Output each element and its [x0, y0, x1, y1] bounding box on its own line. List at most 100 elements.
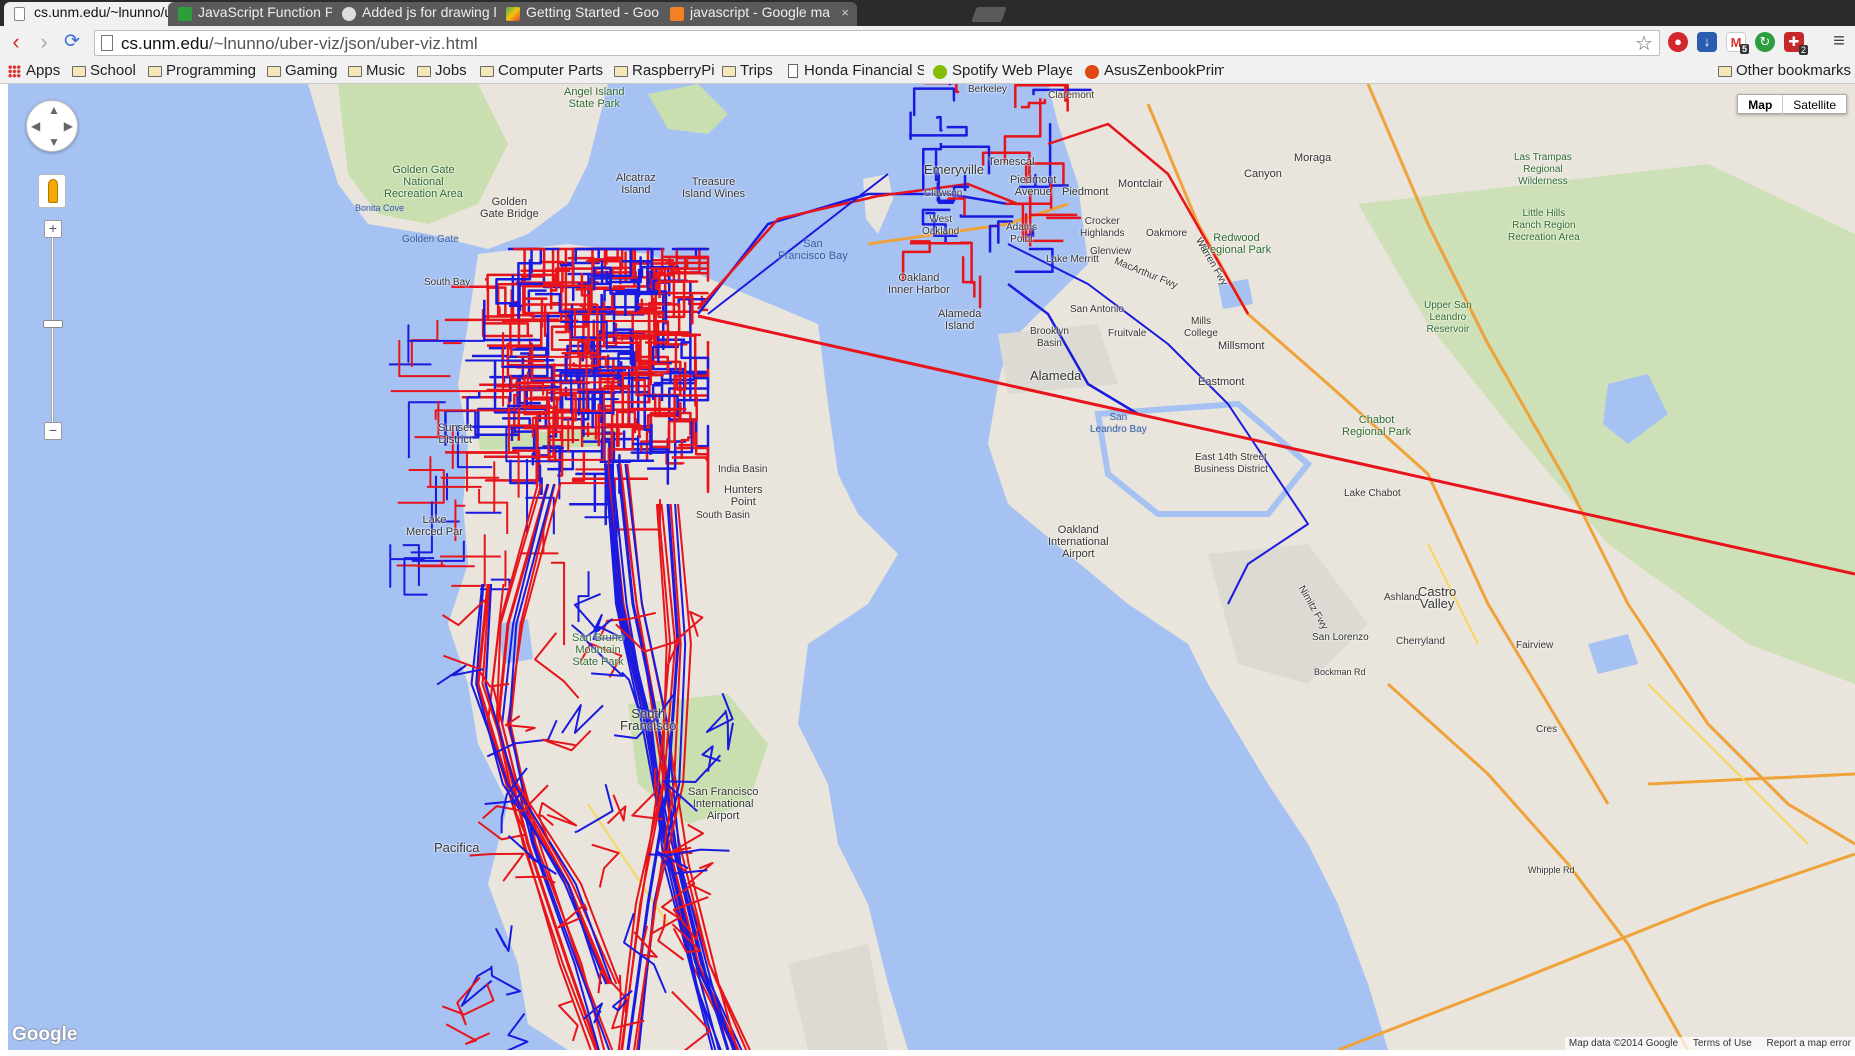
map-label-south-sf: South Francisco	[620, 706, 677, 733]
map-label-golden-gate-bridge: Golden Gate Bridge	[480, 196, 539, 220]
map-label-brooklyn-basin: Brooklyn Basin	[1030, 326, 1069, 349]
trip-path	[495, 925, 513, 953]
url-text: cs.unm.edu/~lnunno/uber-viz/json/uber-vi…	[121, 34, 478, 54]
folder-icon	[348, 66, 362, 77]
url-path: /~lnunno/uber-viz/json/uber-viz.html	[208, 34, 478, 53]
pan-control[interactable]: ▲ ▼ ◀ ▶	[26, 100, 78, 152]
map-label-lake-merced: Lake Merced Par	[406, 514, 463, 538]
trip-path	[695, 418, 710, 457]
trip-path	[671, 247, 710, 256]
forward-button[interactable]: ›	[32, 30, 56, 56]
bookmark-trips[interactable]: Trips	[720, 62, 773, 82]
back-button[interactable]: ‹	[4, 30, 28, 56]
map-label-san-lorenzo: San Lorenzo	[1312, 632, 1369, 643]
map-data-credit: Map data ©2014 Google	[1568, 1038, 1679, 1049]
url-host: cs.unm.edu	[121, 34, 209, 53]
trip-path	[694, 432, 710, 493]
page-favicon-icon	[14, 7, 25, 21]
trip-path	[671, 456, 708, 461]
map-label-moraga: Moraga	[1294, 152, 1332, 164]
map-label-sunset-district: Sunset District	[438, 422, 473, 446]
tab-title: Getting Started - Goo	[526, 4, 660, 20]
trip-path	[584, 506, 614, 539]
map-label-golden-gate-nra: Golden Gate National Recreation Area	[384, 164, 463, 200]
map-label-ashland: Ashland	[1384, 592, 1421, 603]
bookmark-school[interactable]: School	[70, 62, 136, 82]
google-map[interactable]: Angel Island State Park Golden Gate Nation…	[8, 84, 1855, 1050]
map-label-las-trampas: Las Trampas Regional Wilderness	[1514, 152, 1572, 187]
sync-extension-icon[interactable]: ↻	[1755, 32, 1775, 52]
trip-path	[912, 87, 956, 116]
bookmark-music[interactable]: Music	[346, 62, 405, 82]
map-label-temescal: Temescal	[988, 156, 1035, 168]
pan-left-icon[interactable]: ◀	[31, 119, 40, 133]
new-tab-button[interactable]	[971, 7, 1007, 22]
trip-path	[958, 241, 973, 284]
gmail-checker-icon[interactable]: M5	[1726, 32, 1749, 54]
trip-bay-bridge	[697, 182, 1019, 310]
bookmark-jobs[interactable]: Jobs	[415, 62, 467, 82]
bookmark-honda-financial[interactable]: Honda Financial Se	[784, 62, 924, 82]
adblock-extension-icon[interactable]: ●	[1668, 32, 1688, 52]
bookmark-programming[interactable]: Programming	[146, 62, 256, 82]
tab-stackoverflow-question[interactable]: javascript - Google ma ×	[660, 2, 857, 26]
bookmark-spotify[interactable]: Spotify Web Player	[932, 62, 1072, 82]
zoom-in-button[interactable]: +	[44, 220, 62, 238]
bookmark-computer-parts[interactable]: Computer Parts	[478, 62, 603, 82]
map-label-alameda-island: Alameda Island	[938, 308, 982, 332]
zoom-out-button[interactable]: −	[44, 422, 62, 440]
terms-of-use-link[interactable]: Terms of Use	[1693, 1038, 1752, 1049]
map-label-chabot-park: Chabot Regional Park	[1342, 414, 1412, 438]
download-extension-icon[interactable]: ↓	[1697, 32, 1717, 52]
page-icon	[788, 64, 798, 78]
trip-path	[410, 320, 439, 367]
trip-path	[573, 593, 614, 632]
report-map-error-link[interactable]: Report a map error	[1767, 1038, 1851, 1049]
reload-button[interactable]: ⟳	[60, 30, 84, 56]
map-type-map-button[interactable]: Map	[1738, 95, 1784, 115]
folder-icon	[614, 66, 628, 77]
map-type-satellite-button[interactable]: Satellite	[1783, 95, 1846, 115]
map-label-fairview: Fairview	[1516, 640, 1554, 651]
map-label-san-bruno: San Bruno Mountain State Park	[572, 632, 624, 668]
bookmark-apps[interactable]: Apps	[6, 62, 60, 82]
trip-path	[550, 561, 566, 646]
trip-path	[561, 704, 604, 734]
bookmark-asuszenbook[interactable]: AsusZenbookPrime	[1084, 62, 1224, 82]
trip-path	[988, 224, 998, 253]
map-label-little-hills: Little Hills Ranch Region Recreation Area	[1508, 208, 1580, 243]
map-label-east-14th: East 14th Street Business District	[1194, 452, 1268, 475]
pan-down-icon[interactable]: ▼	[48, 135, 60, 149]
close-tab-icon[interactable]: ×	[841, 5, 849, 20]
pegman-body	[48, 179, 58, 203]
pan-up-icon[interactable]: ▲	[48, 103, 60, 117]
map-label-sf-bay: San Francisco Bay	[778, 238, 848, 262]
bookmark-star-icon[interactable]: ☆	[1635, 31, 1653, 56]
address-bar[interactable]: cs.unm.edu/~lnunno/uber-viz/json/uber-vi…	[94, 30, 1660, 56]
folder-icon	[148, 66, 162, 77]
zoom-slider-handle[interactable]	[43, 320, 63, 328]
map-label-crocker-highlands: Crocker Highlands	[1080, 216, 1125, 239]
map-label-millsmont: Millsmont	[1218, 340, 1265, 352]
street-view-pegman-icon[interactable]	[38, 174, 66, 208]
chrome-menu-icon[interactable]: ≡	[1829, 31, 1849, 52]
map-label-berkeley: Berkeley	[968, 84, 1007, 95]
map-label-hunters-point: Hunters Point	[724, 484, 763, 508]
map-label-oakland-airport: Oakland International Airport	[1048, 524, 1109, 560]
w3schools-favicon-icon	[178, 7, 192, 21]
trip-path	[537, 801, 578, 827]
puzzle-extension-icon[interactable]: ✚ 2	[1784, 32, 1808, 55]
map-label-castro-valley: Castro Valley	[1418, 584, 1457, 611]
pan-right-icon[interactable]: ▶	[64, 119, 73, 133]
map-label-west-oakland: West Oakland	[922, 214, 960, 237]
bookmark-gaming[interactable]: Gaming	[265, 62, 338, 82]
zoom-slider-track[interactable]	[51, 234, 54, 434]
other-bookmarks[interactable]: Other bookmarks	[1716, 62, 1851, 82]
trip-path	[506, 1012, 529, 1050]
bookmark-raspberrypi[interactable]: RaspberryPi	[612, 62, 715, 82]
map-label-canyon: Canyon	[1244, 168, 1282, 180]
map-attribution: Map data ©2014 Google Terms of Use Repor…	[1564, 1037, 1855, 1050]
folder-icon	[480, 66, 494, 77]
browser-toolbar: ‹ › ⟳ cs.unm.edu/~lnunno/uber-viz/json/u…	[0, 26, 1855, 60]
trip-path	[1028, 195, 1078, 217]
